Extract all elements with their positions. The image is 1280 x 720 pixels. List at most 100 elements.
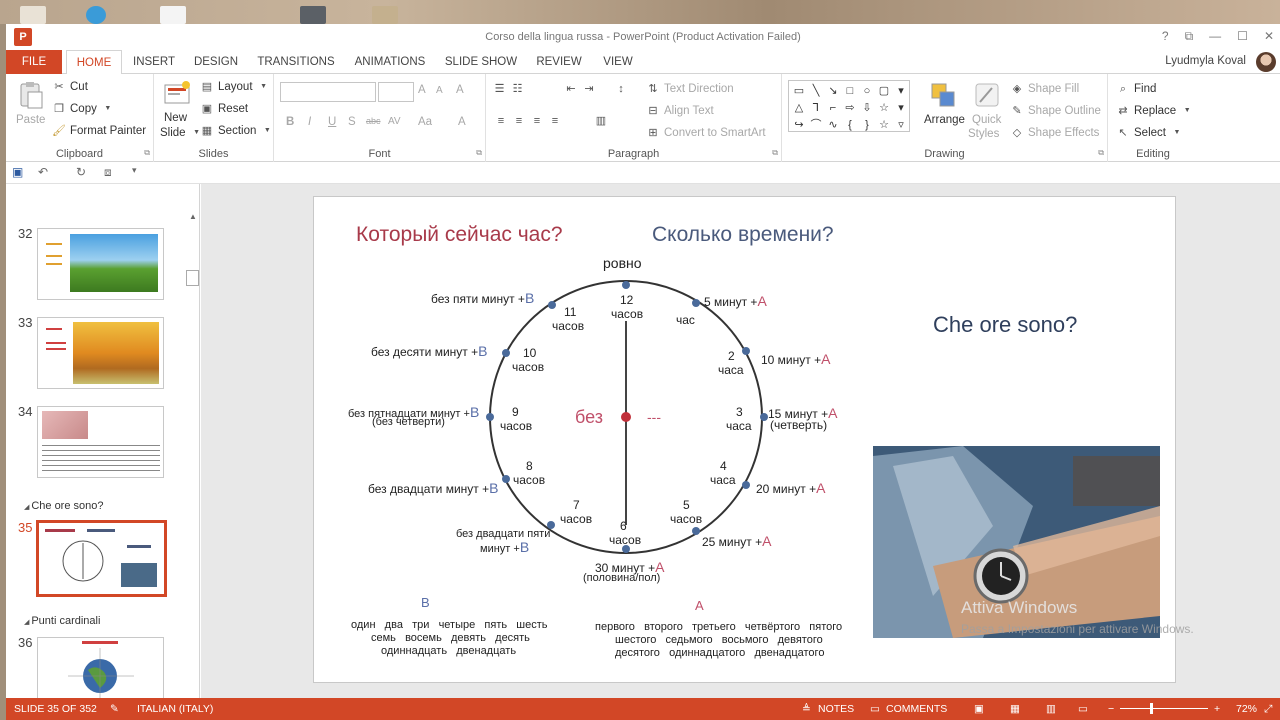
section-header[interactable]: Punti cardinali: [24, 615, 100, 627]
notes-icon[interactable]: ≜: [802, 703, 811, 715]
curve-shape-icon[interactable]: ↪: [791, 117, 807, 133]
find-button[interactable]: ⌕ Find: [1116, 82, 1156, 96]
tab-view[interactable]: VIEW: [598, 50, 638, 74]
zoom-out-icon[interactable]: −: [1108, 703, 1114, 715]
slide-thumbnail[interactable]: [37, 317, 164, 389]
zoom-in-icon[interactable]: +: [1214, 703, 1220, 715]
zoom-level[interactable]: 72%: [1236, 703, 1257, 715]
language-indicator[interactable]: ITALIAN (ITALY): [137, 703, 213, 715]
copy-button[interactable]: ❐ Copy ▼: [52, 102, 115, 116]
text-direction-button[interactable]: ⇅ Text Direction: [646, 82, 733, 96]
help-icon[interactable]: ?: [1162, 29, 1169, 44]
arrow-shape-icon[interactable]: ↘: [825, 83, 841, 99]
columns-button[interactable]: ▥: [594, 114, 608, 128]
character-spacing-button[interactable]: AV: [388, 116, 401, 127]
quick-styles-label-2[interactable]: Styles: [968, 128, 999, 140]
slide-thumbnail-active[interactable]: [36, 520, 167, 597]
shrink-font-button[interactable]: A: [436, 85, 443, 96]
desktop-icon[interactable]: [20, 6, 46, 24]
reading-view-icon[interactable]: ▥: [1046, 703, 1056, 715]
arrange-button[interactable]: Arrange: [924, 114, 965, 126]
ribbon-display-icon[interactable]: ⧉: [1185, 29, 1194, 44]
right-arrow-shape-icon[interactable]: ⇨: [842, 100, 858, 116]
dialog-launcher-icon[interactable]: ⧉: [1098, 148, 1104, 158]
arc-shape-icon[interactable]: ⌒: [808, 117, 824, 133]
shapes-gallery[interactable]: ▭ ╲ ↘ □ ○ ▢ ▾ △ ⅂ ⌐ ⇨ ⇩ ☆ ▾ ↪ ⌒ ∿{} ☆ ▿: [788, 80, 910, 132]
dialog-launcher-icon[interactable]: ⧉: [144, 148, 150, 158]
user-name[interactable]: Lyudmyla Koval: [1165, 55, 1246, 67]
zoom-slider-thumb[interactable]: [1150, 703, 1153, 714]
elbow-shape-icon[interactable]: ⅂: [808, 100, 824, 116]
shadow-button[interactable]: S: [348, 116, 356, 128]
dialog-launcher-icon[interactable]: ⧉: [476, 148, 482, 158]
spellcheck-icon[interactable]: ✎: [110, 703, 119, 715]
star-shape-icon[interactable]: ☆: [876, 100, 892, 116]
tab-insert[interactable]: INSERT: [128, 50, 180, 74]
shortcut-icon[interactable]: [372, 6, 398, 24]
line-shape-icon[interactable]: ╲: [808, 83, 824, 99]
normal-view-icon[interactable]: ▣: [974, 703, 984, 715]
close-icon[interactable]: ✕: [1264, 29, 1274, 44]
section-button[interactable]: ▦ Section ▼: [200, 124, 274, 138]
section-header[interactable]: Che ore sono?: [24, 500, 103, 512]
shape-outline-button[interactable]: ✎ Shape Outline: [1010, 104, 1101, 118]
brace-shape-icon[interactable]: {: [842, 117, 858, 133]
new-slide-button[interactable]: Slide ▼: [160, 126, 204, 140]
slide-sorter-icon[interactable]: ▦: [1010, 703, 1020, 715]
customize-qat-icon[interactable]: ▾: [132, 165, 137, 176]
clear-formatting-button[interactable]: A: [456, 84, 464, 96]
shape-effects-button[interactable]: ◇ Shape Effects: [1010, 126, 1100, 140]
line-spacing-button[interactable]: ↕: [614, 82, 628, 96]
scroll-thumb[interactable]: [186, 270, 199, 286]
document-icon[interactable]: [160, 6, 186, 24]
tab-animations[interactable]: ANIMATIONS: [350, 50, 430, 74]
notes-button[interactable]: NOTES: [818, 703, 854, 715]
comments-icon[interactable]: ▭: [870, 703, 880, 715]
oval-shape-icon[interactable]: ○: [859, 83, 875, 99]
maximize-icon[interactable]: ☐: [1237, 29, 1248, 44]
align-text-button[interactable]: ⊟ Align Text: [646, 104, 713, 118]
scroll-up-icon[interactable]: ▲: [186, 210, 199, 224]
indent-buttons[interactable]: ⇤ ⇥: [564, 82, 596, 96]
tab-design[interactable]: DESIGN: [190, 50, 242, 74]
new-slide-label-1[interactable]: New: [164, 112, 187, 124]
minimize-icon[interactable]: —: [1209, 29, 1221, 44]
replace-button[interactable]: ⇄ Replace ▼: [1116, 104, 1194, 118]
quick-styles-label-1[interactable]: Quick: [972, 114, 1001, 126]
comments-button[interactable]: COMMENTS: [886, 703, 947, 715]
layout-button[interactable]: ▤ Layout ▼: [200, 80, 271, 94]
paste-button[interactable]: Paste: [16, 114, 45, 126]
slide-thumbnail[interactable]: [37, 406, 164, 478]
slide-thumbnail[interactable]: [37, 637, 164, 698]
wave-shape-icon[interactable]: ∿: [825, 117, 841, 133]
slide-thumbnail[interactable]: [37, 228, 164, 300]
alignment-buttons[interactable]: ≡ ≡ ≡ ≡: [494, 114, 562, 128]
tab-home[interactable]: HOME: [66, 50, 122, 75]
more-shapes-icon[interactable]: ▾: [893, 100, 909, 116]
chevron-down-icon[interactable]: ▼: [101, 102, 115, 116]
triangle-shape-icon[interactable]: △: [791, 100, 807, 116]
rect-shape-icon[interactable]: □: [842, 83, 858, 99]
tab-review[interactable]: REVIEW: [532, 50, 586, 74]
font-size-select[interactable]: [378, 82, 414, 102]
format-painter-button[interactable]: 🖌 Format Painter: [52, 124, 146, 138]
textbox-shape-icon[interactable]: ▭: [791, 83, 807, 99]
start-slideshow-icon[interactable]: ⧈: [104, 165, 112, 180]
new-slide-icon[interactable]: [162, 80, 192, 110]
connector-shape-icon[interactable]: ⌐: [825, 100, 841, 116]
down-arrow-shape-icon[interactable]: ⇩: [859, 100, 875, 116]
expand-gallery-icon[interactable]: ▿: [893, 117, 909, 133]
shortcut-icon[interactable]: [300, 6, 326, 24]
dialog-launcher-icon[interactable]: ⧉: [772, 148, 778, 158]
reset-button[interactable]: ▣ Reset: [200, 102, 248, 116]
slideshow-view-icon[interactable]: ▭: [1078, 703, 1088, 715]
strikethrough-button[interactable]: abc: [366, 116, 381, 126]
bold-button[interactable]: B: [286, 116, 294, 128]
brace-right-shape-icon[interactable]: }: [859, 117, 875, 133]
quick-styles-icon[interactable]: [972, 80, 1002, 110]
paste-icon[interactable]: [16, 80, 46, 110]
star5-shape-icon[interactable]: ☆: [876, 117, 892, 133]
undo-icon[interactable]: ↶: [38, 165, 48, 179]
convert-smartart-button[interactable]: ⊞ Convert to SmartArt: [646, 126, 765, 140]
italic-button[interactable]: I: [308, 116, 311, 128]
